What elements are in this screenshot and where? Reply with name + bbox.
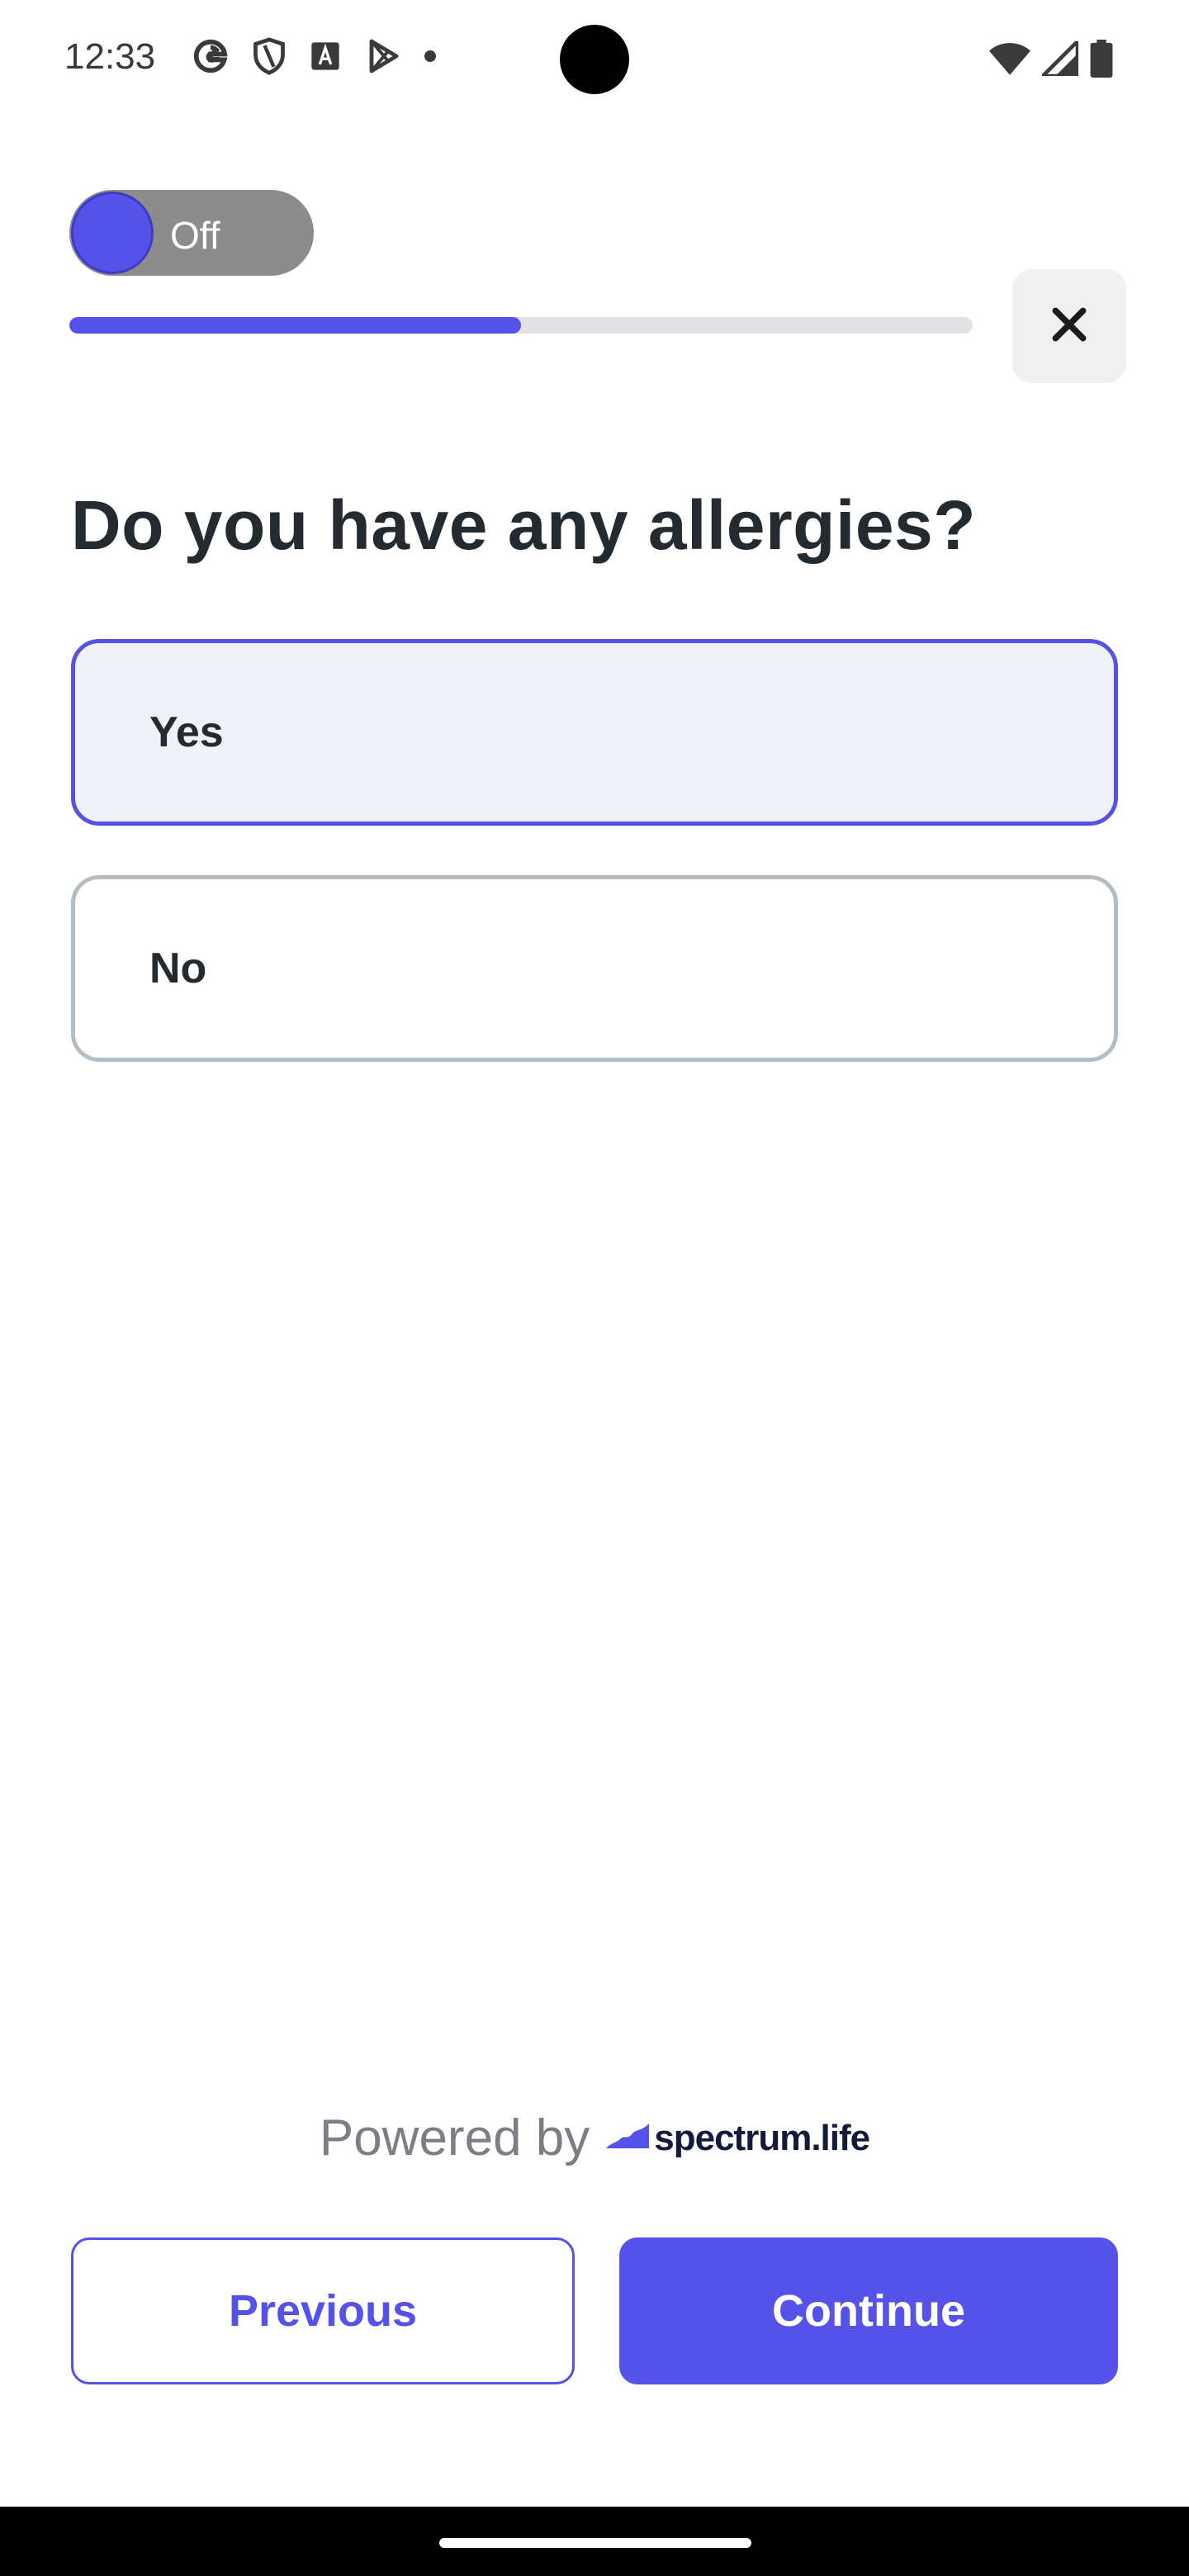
close-icon: [1049, 304, 1090, 349]
text-a-icon: [309, 40, 342, 73]
wifi-icon: [989, 42, 1030, 79]
toggle-label: Off: [170, 214, 220, 257]
brand-logo: spectrum.life: [606, 2117, 870, 2159]
dot-icon: [424, 50, 436, 62]
status-time: 12:33: [64, 36, 156, 77]
previous-button[interactable]: Previous: [71, 2237, 575, 2384]
signal-icon: [1038, 36, 1080, 80]
system-icons: [989, 36, 1113, 82]
continue-button[interactable]: Continue: [619, 2237, 1118, 2384]
navigation-bar: [0, 2507, 1189, 2576]
play-store-icon: [363, 36, 403, 76]
spectrum-logo-icon: [606, 2124, 650, 2152]
question-title: Do you have any allergies?: [71, 486, 977, 564]
google-icon: [192, 37, 230, 75]
battery-icon: [1090, 40, 1113, 82]
status-bar: 12:33: [0, 0, 1189, 119]
toggle-knob: [71, 192, 154, 274]
powered-by: Powered by spectrum.life: [0, 2109, 1189, 2167]
home-handle[interactable]: [439, 2538, 751, 2548]
option-yes[interactable]: Yes: [71, 639, 1118, 826]
option-label: Yes: [149, 708, 224, 756]
powered-by-text: Powered by: [319, 2110, 590, 2166]
progress-bar: [69, 317, 973, 334]
progress-fill: [69, 317, 521, 334]
camera-cutout: [560, 25, 629, 94]
close-button[interactable]: [1012, 269, 1126, 383]
notification-icons: [192, 36, 436, 76]
brand-name: spectrum.life: [654, 2117, 870, 2158]
shield-icon: [251, 36, 287, 76]
option-label: No: [149, 945, 207, 992]
voice-toggle[interactable]: Off: [69, 190, 314, 276]
option-no[interactable]: No: [71, 875, 1118, 1062]
